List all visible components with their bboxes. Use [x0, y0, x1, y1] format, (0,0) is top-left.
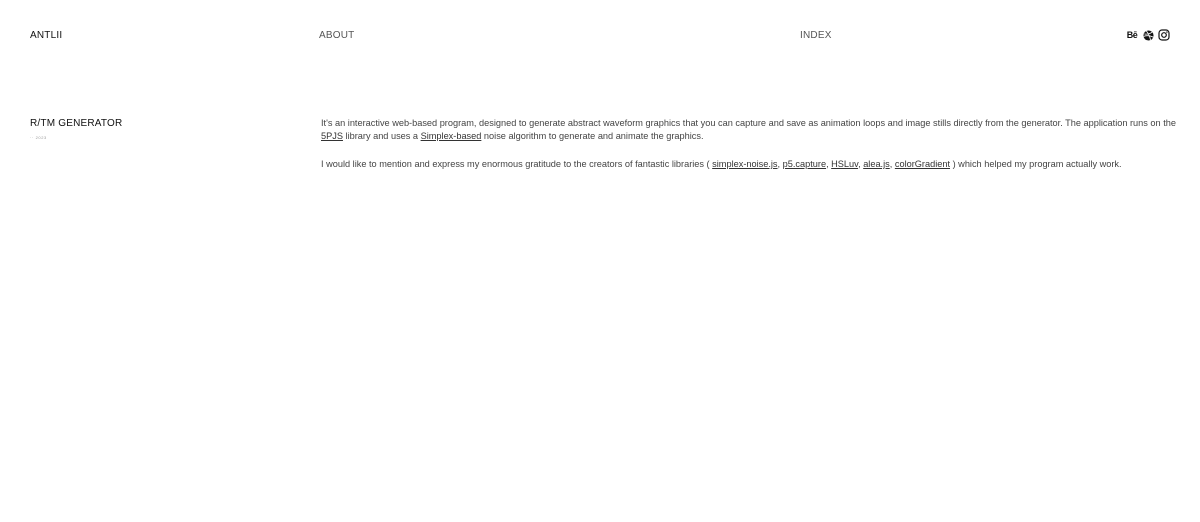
project-description: It's an interactive web-based program, d… [321, 117, 1181, 186]
description-text: It's an interactive web-based program, d… [321, 118, 1176, 128]
link-alea[interactable]: alea.js [863, 159, 890, 169]
description-paragraph-2: I would like to mention and express my e… [321, 158, 1181, 171]
link-hsluv[interactable]: HSLuv [831, 159, 858, 169]
instagram-icon[interactable] [1158, 29, 1170, 41]
brand-link[interactable]: ANTLII [30, 30, 62, 41]
link-color-gradient[interactable]: colorGradient [895, 159, 950, 169]
description-text: I would like to mention and express my e… [321, 159, 713, 169]
social-links: Bē [1125, 29, 1170, 41]
description-paragraph-1: It's an interactive web-based program, d… [321, 117, 1181, 143]
link-p5-capture[interactable]: p5.capture [783, 159, 826, 169]
dribbble-icon[interactable] [1143, 29, 1154, 41]
behance-icon[interactable]: Bē [1125, 29, 1139, 41]
link-simplex-based[interactable]: Simplex-based [421, 131, 482, 141]
link-5pjs[interactable]: 5PJS [321, 131, 343, 141]
project-meta: ·· 2023 [30, 135, 47, 140]
link-simplex-noise[interactable]: simplex-noise.js [712, 159, 777, 169]
description-text: library and uses a [342, 131, 421, 141]
description-text: ) which helped my program actually work. [950, 159, 1122, 169]
description-text: noise algorithm to generate and animate … [481, 131, 704, 141]
nav-about[interactable]: ABOUT [319, 30, 354, 41]
project-title: R/TM GENERATOR [30, 118, 123, 129]
nav-index[interactable]: INDEX [800, 30, 832, 41]
